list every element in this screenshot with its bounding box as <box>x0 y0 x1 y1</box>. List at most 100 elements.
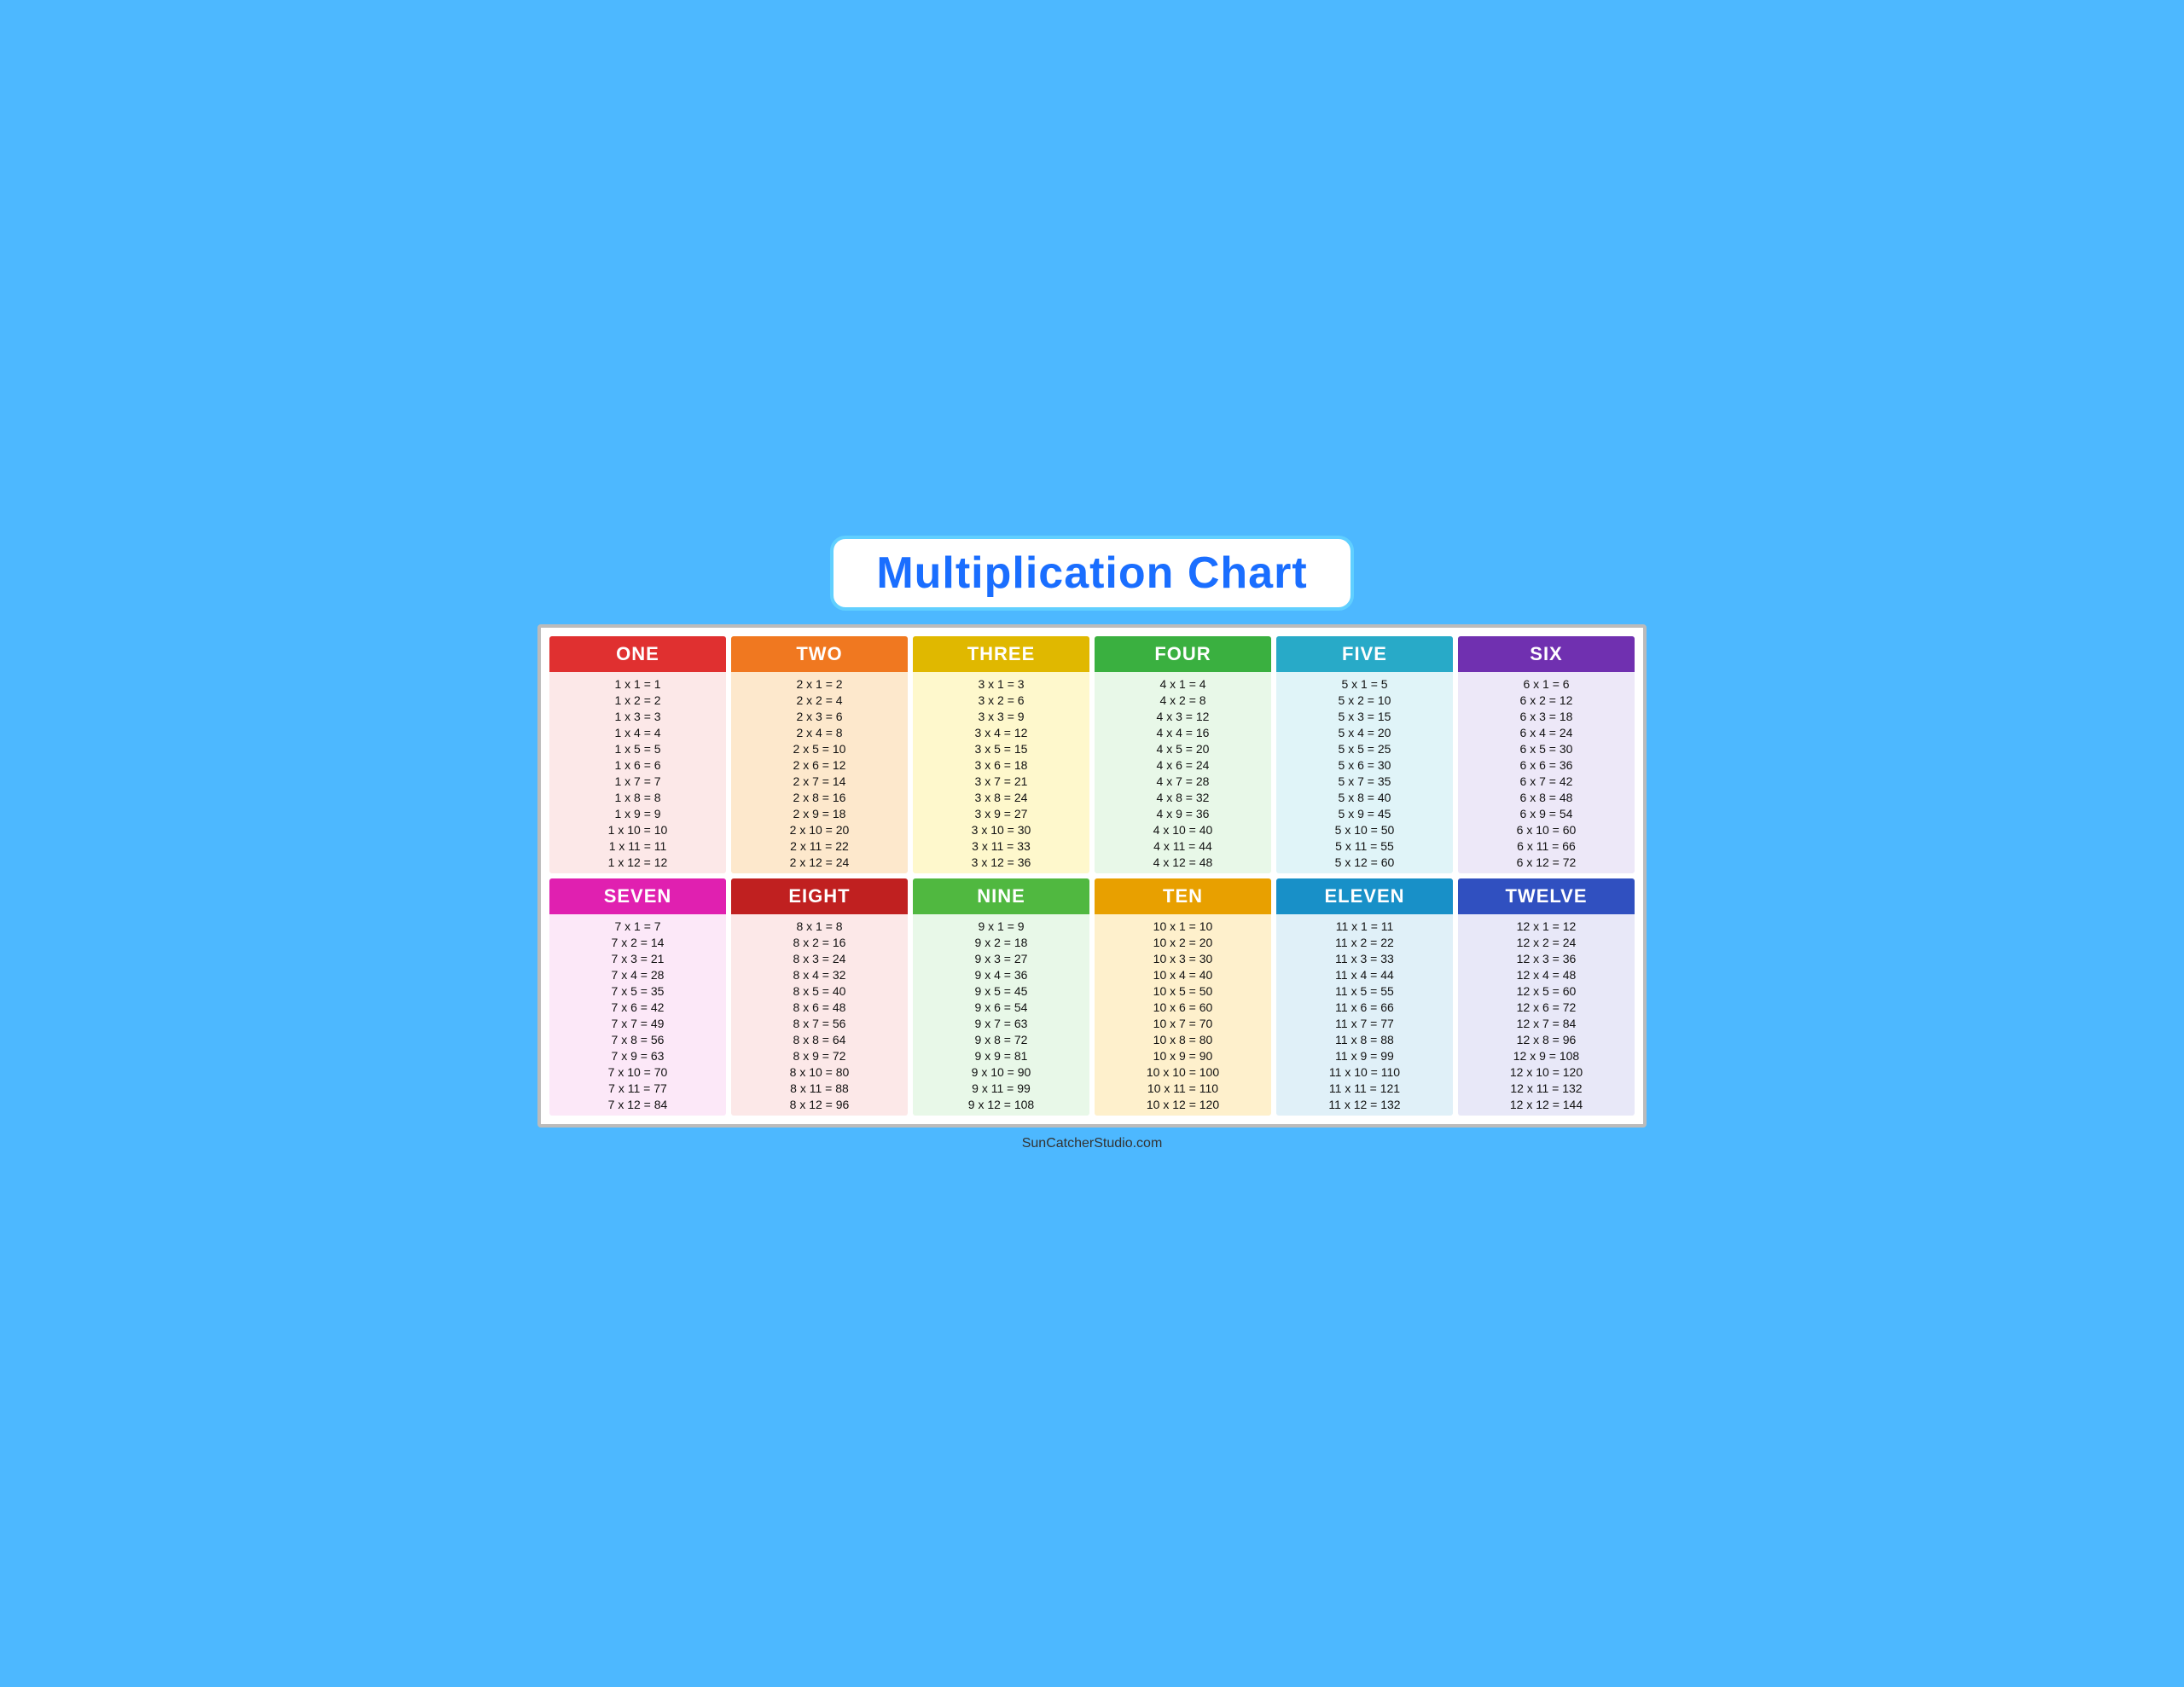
table-row: 10 x 7 = 70 <box>1100 1015 1266 1031</box>
table-row: 4 x 1 = 4 <box>1100 675 1266 692</box>
table-row: 8 x 10 = 80 <box>736 1064 903 1080</box>
table-row: 1 x 12 = 12 <box>555 854 721 870</box>
table-row: 7 x 5 = 35 <box>555 983 721 999</box>
table-row: 6 x 11 = 66 <box>1463 838 1629 854</box>
table-row: 2 x 2 = 4 <box>736 692 903 708</box>
table-row: 7 x 3 = 21 <box>555 950 721 966</box>
section-header-three: THREE <box>913 636 1089 672</box>
table-row: 11 x 12 = 132 <box>1281 1096 1448 1112</box>
table-row: 6 x 3 = 18 <box>1463 708 1629 724</box>
section-six: SIX6 x 1 = 66 x 2 = 126 x 3 = 186 x 4 = … <box>1458 636 1635 873</box>
section-body-four: 4 x 1 = 44 x 2 = 84 x 3 = 124 x 4 = 164 … <box>1095 672 1271 873</box>
table-row: 12 x 7 = 84 <box>1463 1015 1629 1031</box>
table-row: 1 x 8 = 8 <box>555 789 721 805</box>
table-row: 6 x 5 = 30 <box>1463 740 1629 757</box>
table-row: 11 x 8 = 88 <box>1281 1031 1448 1047</box>
table-row: 10 x 3 = 30 <box>1100 950 1266 966</box>
section-two: TWO2 x 1 = 22 x 2 = 42 x 3 = 62 x 4 = 82… <box>731 636 908 873</box>
table-row: 8 x 1 = 8 <box>736 918 903 934</box>
title-box: Multiplication Chart <box>830 536 1353 611</box>
table-row: 6 x 9 = 54 <box>1463 805 1629 821</box>
table-row: 1 x 4 = 4 <box>555 724 721 740</box>
table-row: 2 x 12 = 24 <box>736 854 903 870</box>
table-row: 6 x 2 = 12 <box>1463 692 1629 708</box>
table-row: 11 x 1 = 11 <box>1281 918 1448 934</box>
table-row: 3 x 3 = 9 <box>918 708 1084 724</box>
section-seven: SEVEN7 x 1 = 77 x 2 = 147 x 3 = 217 x 4 … <box>549 878 726 1116</box>
table-row: 3 x 4 = 12 <box>918 724 1084 740</box>
table-row: 1 x 7 = 7 <box>555 773 721 789</box>
section-four: FOUR4 x 1 = 44 x 2 = 84 x 3 = 124 x 4 = … <box>1095 636 1271 873</box>
table-row: 1 x 2 = 2 <box>555 692 721 708</box>
section-header-four: FOUR <box>1095 636 1271 672</box>
section-header-eight: EIGHT <box>731 878 908 914</box>
table-row: 9 x 3 = 27 <box>918 950 1084 966</box>
table-row: 5 x 7 = 35 <box>1281 773 1448 789</box>
table-row: 4 x 3 = 12 <box>1100 708 1266 724</box>
section-one: ONE1 x 1 = 11 x 2 = 21 x 3 = 31 x 4 = 41… <box>549 636 726 873</box>
table-row: 8 x 6 = 48 <box>736 999 903 1015</box>
table-row: 4 x 11 = 44 <box>1100 838 1266 854</box>
table-row: 12 x 4 = 48 <box>1463 966 1629 983</box>
table-row: 6 x 7 = 42 <box>1463 773 1629 789</box>
table-row: 1 x 11 = 11 <box>555 838 721 854</box>
table-row: 7 x 8 = 56 <box>555 1031 721 1047</box>
table-row: 10 x 5 = 50 <box>1100 983 1266 999</box>
table-row: 6 x 6 = 36 <box>1463 757 1629 773</box>
table-row: 10 x 4 = 40 <box>1100 966 1266 983</box>
section-eight: EIGHT8 x 1 = 88 x 2 = 168 x 3 = 248 x 4 … <box>731 878 908 1116</box>
table-row: 12 x 3 = 36 <box>1463 950 1629 966</box>
table-row: 4 x 7 = 28 <box>1100 773 1266 789</box>
section-body-one: 1 x 1 = 11 x 2 = 21 x 3 = 31 x 4 = 41 x … <box>549 672 726 873</box>
table-row: 5 x 8 = 40 <box>1281 789 1448 805</box>
table-row: 9 x 4 = 36 <box>918 966 1084 983</box>
section-eleven: ELEVEN11 x 1 = 1111 x 2 = 2211 x 3 = 331… <box>1276 878 1453 1116</box>
table-row: 10 x 1 = 10 <box>1100 918 1266 934</box>
table-row: 2 x 6 = 12 <box>736 757 903 773</box>
table-row: 5 x 2 = 10 <box>1281 692 1448 708</box>
chart-grid: ONE1 x 1 = 11 x 2 = 21 x 3 = 31 x 4 = 41… <box>549 636 1635 1116</box>
table-row: 4 x 10 = 40 <box>1100 821 1266 838</box>
table-row: 2 x 5 = 10 <box>736 740 903 757</box>
table-row: 4 x 9 = 36 <box>1100 805 1266 821</box>
section-body-seven: 7 x 1 = 77 x 2 = 147 x 3 = 217 x 4 = 287… <box>549 914 726 1116</box>
table-row: 11 x 10 = 110 <box>1281 1064 1448 1080</box>
section-body-twelve: 12 x 1 = 1212 x 2 = 2412 x 3 = 3612 x 4 … <box>1458 914 1635 1116</box>
page-wrapper: Multiplication Chart ONE1 x 1 = 11 x 2 =… <box>537 536 1647 1151</box>
section-body-ten: 10 x 1 = 1010 x 2 = 2010 x 3 = 3010 x 4 … <box>1095 914 1271 1116</box>
table-row: 4 x 2 = 8 <box>1100 692 1266 708</box>
section-twelve: TWELVE12 x 1 = 1212 x 2 = 2412 x 3 = 361… <box>1458 878 1635 1116</box>
section-header-five: FIVE <box>1276 636 1453 672</box>
table-row: 2 x 3 = 6 <box>736 708 903 724</box>
table-row: 5 x 12 = 60 <box>1281 854 1448 870</box>
table-row: 8 x 9 = 72 <box>736 1047 903 1064</box>
table-row: 12 x 5 = 60 <box>1463 983 1629 999</box>
table-row: 4 x 12 = 48 <box>1100 854 1266 870</box>
table-row: 8 x 12 = 96 <box>736 1096 903 1112</box>
page-title: Multiplication Chart <box>876 548 1307 598</box>
table-row: 6 x 8 = 48 <box>1463 789 1629 805</box>
table-row: 10 x 2 = 20 <box>1100 934 1266 950</box>
table-row: 2 x 4 = 8 <box>736 724 903 740</box>
table-row: 1 x 10 = 10 <box>555 821 721 838</box>
table-row: 3 x 12 = 36 <box>918 854 1084 870</box>
table-row: 4 x 8 = 32 <box>1100 789 1266 805</box>
table-row: 5 x 5 = 25 <box>1281 740 1448 757</box>
section-header-ten: TEN <box>1095 878 1271 914</box>
table-row: 9 x 1 = 9 <box>918 918 1084 934</box>
section-body-two: 2 x 1 = 22 x 2 = 42 x 3 = 62 x 4 = 82 x … <box>731 672 908 873</box>
table-row: 3 x 11 = 33 <box>918 838 1084 854</box>
table-row: 11 x 9 = 99 <box>1281 1047 1448 1064</box>
table-row: 7 x 1 = 7 <box>555 918 721 934</box>
table-row: 4 x 6 = 24 <box>1100 757 1266 773</box>
section-body-eight: 8 x 1 = 88 x 2 = 168 x 3 = 248 x 4 = 328… <box>731 914 908 1116</box>
table-row: 8 x 4 = 32 <box>736 966 903 983</box>
table-row: 9 x 11 = 99 <box>918 1080 1084 1096</box>
table-row: 6 x 12 = 72 <box>1463 854 1629 870</box>
table-row: 8 x 11 = 88 <box>736 1080 903 1096</box>
table-row: 8 x 8 = 64 <box>736 1031 903 1047</box>
table-row: 1 x 1 = 1 <box>555 675 721 692</box>
section-header-one: ONE <box>549 636 726 672</box>
table-row: 11 x 2 = 22 <box>1281 934 1448 950</box>
table-row: 5 x 6 = 30 <box>1281 757 1448 773</box>
